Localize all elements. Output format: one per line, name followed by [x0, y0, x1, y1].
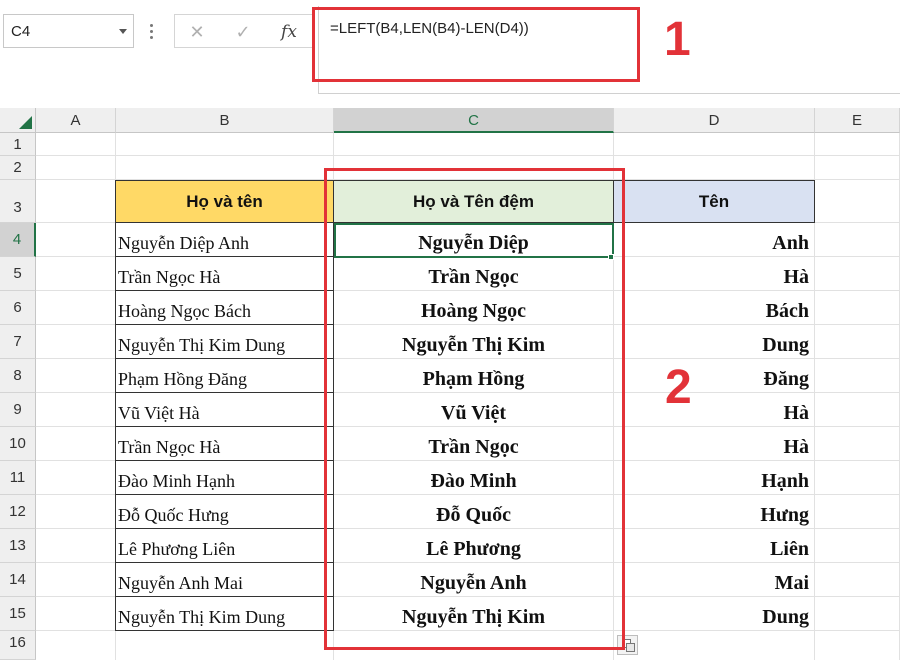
row-header-2[interactable]: 2	[0, 156, 36, 180]
chevron-down-icon[interactable]	[119, 29, 127, 34]
insert-function-icon[interactable]: fx	[275, 19, 303, 45]
cell-first-name[interactable]: Hà	[614, 393, 814, 427]
cell-full-name[interactable]: Phạm Hồng Đăng	[115, 359, 334, 393]
cell-first-name[interactable]: Anh	[614, 223, 814, 257]
cell-first-name[interactable]: Đăng	[614, 359, 814, 393]
row-header-5[interactable]: 5	[0, 257, 36, 291]
cell-full-name[interactable]: Vũ Việt Hà	[115, 393, 334, 427]
cell-full-name[interactable]: Đào Minh Hạnh	[115, 461, 334, 495]
row-header-6[interactable]: 6	[0, 291, 36, 325]
cell-full-name[interactable]: Nguyễn Thị Kim Dung	[115, 325, 334, 359]
column-header-d[interactable]: D	[614, 108, 815, 133]
column-header-a[interactable]: A	[36, 108, 116, 133]
cell-full-name[interactable]: Nguyễn Anh Mai	[115, 563, 334, 597]
gridline	[36, 155, 900, 156]
column-header-c[interactable]: C	[334, 108, 614, 133]
cell-full-name[interactable]: Nguyễn Diệp Anh	[115, 223, 334, 257]
annotation-number-1: 1	[664, 13, 691, 66]
select-all-triangle-icon	[19, 116, 32, 129]
column-header-b[interactable]: B	[116, 108, 334, 133]
cell-first-name[interactable]: Liên	[614, 529, 814, 563]
row-header-3[interactable]: 3	[0, 180, 36, 223]
name-box[interactable]: C4	[3, 14, 134, 48]
row-header-14[interactable]: 14	[0, 563, 36, 597]
cell-full-name[interactable]: Nguyễn Thị Kim Dung	[115, 597, 334, 631]
cell-first-name[interactable]: Hà	[614, 257, 814, 291]
cell-first-name[interactable]: Dung	[614, 325, 814, 359]
cell-first-name[interactable]: Hưng	[614, 495, 814, 529]
paste-options-icon-part	[626, 643, 635, 652]
row-header-7[interactable]: 7	[0, 325, 36, 359]
cell-first-name[interactable]: Bách	[614, 291, 814, 325]
header-full-name[interactable]: Họ và tên	[115, 180, 334, 223]
row-header-4[interactable]: 4	[0, 223, 36, 257]
row-header-1[interactable]: 1	[0, 133, 36, 156]
row-header-9[interactable]: 9	[0, 393, 36, 427]
row-header-8[interactable]: 8	[0, 359, 36, 393]
row-header-16[interactable]: 16	[0, 631, 36, 660]
cell-full-name[interactable]: Hoàng Ngọc Bách	[115, 291, 334, 325]
formula-buttons: ✕ ✓ fx	[174, 14, 314, 48]
cell-full-name[interactable]: Trần Ngọc Hà	[115, 427, 334, 461]
column-header-e[interactable]: E	[815, 108, 900, 133]
cell-full-name[interactable]: Trần Ngọc Hà	[115, 257, 334, 291]
cancel-icon[interactable]: ✕	[183, 19, 211, 45]
row-header-11[interactable]: 11	[0, 461, 36, 495]
cell-full-name[interactable]: Lê Phương Liên	[115, 529, 334, 563]
cell-first-name[interactable]: Mai	[614, 563, 814, 597]
row-header-10[interactable]: 10	[0, 427, 36, 461]
cell-first-name[interactable]: Hà	[614, 427, 814, 461]
annotation-box-formula	[312, 7, 640, 82]
enter-check-icon[interactable]: ✓	[229, 19, 257, 45]
annotation-box-results	[324, 168, 625, 650]
row-header-15[interactable]: 15	[0, 597, 36, 631]
cell-full-name[interactable]: Đỗ Quốc Hưng	[115, 495, 334, 529]
name-box-value: C4	[11, 23, 31, 40]
annotation-number-2: 2	[665, 361, 692, 414]
header-first-name[interactable]: Tên	[613, 180, 815, 223]
select-all-button[interactable]	[0, 108, 36, 133]
row-header-13[interactable]: 13	[0, 529, 36, 563]
cell-first-name[interactable]: Hạnh	[614, 461, 814, 495]
row-header-12[interactable]: 12	[0, 495, 36, 529]
more-options-icon[interactable]	[146, 18, 158, 44]
cell-first-name[interactable]: Dung	[614, 597, 814, 631]
